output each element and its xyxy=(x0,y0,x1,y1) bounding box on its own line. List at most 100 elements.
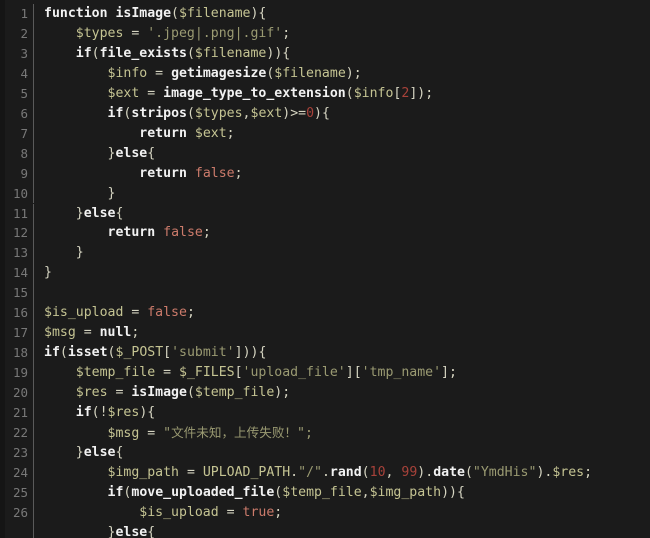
code-token-punct: ( xyxy=(91,45,100,61)
code-token-punct: = xyxy=(147,65,172,81)
code-line[interactable]: 10 } xyxy=(0,183,650,204)
code-line[interactable]: 8 }else{ xyxy=(0,143,650,164)
code-line[interactable]: 13 } xyxy=(0,243,650,264)
code-token-kw: else xyxy=(115,145,148,161)
code-viewer[interactable]: 1 function isImage($filename){2 $types = … xyxy=(0,0,650,538)
code-token-var: $info xyxy=(353,85,394,101)
code-line-text[interactable]: $info = getimagesize($filename); xyxy=(44,64,650,84)
code-line[interactable]: 1 function isImage($filename){ xyxy=(0,4,650,24)
code-line[interactable]: 9 return false; xyxy=(0,163,650,184)
code-line-text[interactable]: } xyxy=(44,263,650,283)
code-line-text[interactable]: if(!$res){ xyxy=(44,403,650,423)
code-token-punct xyxy=(44,126,139,141)
code-token-punct: { xyxy=(147,524,156,538)
gutter-separator xyxy=(33,143,34,164)
code-line[interactable]: 12 return false; xyxy=(0,223,650,244)
code-line-text[interactable]: }else{ xyxy=(44,443,650,463)
code-token-var: $filename xyxy=(274,65,346,81)
code-token-var: $temp_file xyxy=(282,484,362,500)
code-line[interactable]: 15 xyxy=(0,283,650,304)
code-line[interactable]: }else{ xyxy=(0,522,650,538)
code-line[interactable]: 21 if(!$res){ xyxy=(0,403,650,423)
code-line[interactable]: 22 $msg = "文件未知，上传失败！"; xyxy=(0,422,650,444)
code-line-text[interactable]: $msg = "文件未知，上传失败！"; xyxy=(44,423,650,444)
line-number: 4 xyxy=(20,65,28,81)
code-line-text[interactable]: $img_path = UPLOAD_PATH."/".rand(10, 99)… xyxy=(44,463,650,483)
code-line-text[interactable]: function isImage($filename){ xyxy=(44,4,650,24)
code-line-text[interactable]: if(isset($_POST['submit'])){ xyxy=(44,343,650,363)
code-line-text[interactable]: $is_upload = true; xyxy=(44,503,650,523)
code-line[interactable]: 7 return $ext; xyxy=(0,123,650,144)
code-token-var: $is_upload xyxy=(139,504,219,520)
code-line[interactable]: 18 if(isset($_POST['submit'])){ xyxy=(0,343,650,364)
code-line-text[interactable]: return $ext; xyxy=(44,124,650,144)
code-line[interactable]: 2 $types = '.jpeg|.png|.gif'; xyxy=(0,23,650,44)
code-line[interactable]: 24 $img_path = UPLOAD_PATH."/".rand(10, … xyxy=(0,462,650,483)
code-line[interactable]: 26 $is_upload = true; xyxy=(0,502,650,523)
gutter-separator xyxy=(33,243,34,264)
code-line-text[interactable]: }else{ xyxy=(44,144,650,164)
code-token-fn: file_exists xyxy=(99,45,187,61)
code-line-text[interactable]: }else{ xyxy=(44,204,650,224)
code-token-var: $types xyxy=(194,105,243,121)
code-line[interactable]: 23 }else{ xyxy=(0,442,650,463)
code-line[interactable]: 20 $res = isImage($temp_file); xyxy=(0,383,650,403)
code-line-text[interactable]: } xyxy=(44,184,650,204)
gutter-separator xyxy=(33,403,34,423)
gutter-separator xyxy=(33,4,34,24)
code-token-punct: ; xyxy=(274,504,283,520)
code-token-var: $ext xyxy=(194,125,227,141)
code-token-punct: = xyxy=(107,385,132,401)
gutter-separator xyxy=(33,502,34,523)
code-line-text[interactable]: $types = '.jpeg|.png|.gif'; xyxy=(44,24,650,44)
code-token-punct: ; xyxy=(234,165,243,181)
code-line-text[interactable]: $ext = image_type_to_extension($info[2])… xyxy=(44,84,650,104)
code-token-punct: = xyxy=(75,325,100,341)
code-token-var: $_FILES xyxy=(179,365,235,381)
line-number: 10 xyxy=(12,185,28,201)
code-line[interactable]: 19 $temp_file = $_FILES['upload_file']['… xyxy=(0,363,650,384)
gutter-separator xyxy=(33,363,34,384)
code-line-text[interactable]: if(file_exists($filename)){ xyxy=(44,44,650,64)
code-token-str: "/" xyxy=(298,464,322,480)
code-line-text[interactable]: $msg = null; xyxy=(44,323,650,343)
code-line-text[interactable]: }else{ xyxy=(44,523,650,538)
code-token-kw: if xyxy=(107,484,124,500)
code-line-text[interactable]: if(stripos($types,$ext)>=0){ xyxy=(44,104,650,124)
code-line-text[interactable]: $is_upload = false; xyxy=(44,303,650,323)
line-number: 2 xyxy=(20,25,28,41)
code-token-punct: { xyxy=(115,205,124,221)
code-line-text[interactable]: $res = isImage($temp_file); xyxy=(44,383,650,403)
code-line[interactable]: 16 $is_upload = false; xyxy=(0,303,650,324)
code-line[interactable]: 6 if(stripos($types,$ext)>=0){ xyxy=(0,103,650,124)
gutter-separator xyxy=(33,482,34,503)
code-token-punct: ); xyxy=(345,65,362,81)
line-number: 11 xyxy=(12,205,28,221)
code-token-punct xyxy=(44,166,139,181)
code-line[interactable]: 25 if(move_uploaded_file($temp_file,$img… xyxy=(0,482,650,503)
code-line[interactable]: 17 $msg = null; xyxy=(0,323,650,344)
code-token-kw: function xyxy=(44,6,116,21)
code-line-text[interactable]: return false; xyxy=(44,223,650,243)
code-token-kw: if xyxy=(75,405,92,420)
code-token-var: $_POST xyxy=(115,345,164,361)
code-line[interactable]: 4 $info = getimagesize($filename); xyxy=(0,63,650,84)
code-token-str: "; xyxy=(297,425,313,441)
code-line-text[interactable]: $temp_file = $_FILES['upload_file']['tmp… xyxy=(44,363,650,383)
code-token-punct: )){ xyxy=(266,45,291,61)
code-token-punct: ( xyxy=(186,385,195,401)
code-token-punct: = xyxy=(139,425,164,441)
code-token-var: $img_path xyxy=(369,484,442,500)
code-token-var: $is_upload xyxy=(44,305,124,321)
code-token-punct: = xyxy=(179,464,203,480)
code-line-text[interactable]: if(move_uploaded_file($temp_file,$img_pa… xyxy=(44,483,650,503)
code-token-str: 'submit' xyxy=(171,345,235,361)
code-line-text[interactable]: } xyxy=(44,243,650,263)
code-line-text[interactable]: return false; xyxy=(44,164,650,184)
code-token-punct: ]; xyxy=(441,365,457,381)
code-line[interactable]: 3 if(file_exists($filename)){ xyxy=(0,43,650,64)
code-line[interactable]: 5 $ext = image_type_to_extension($info[2… xyxy=(0,83,650,104)
code-token-punct: ( xyxy=(361,464,370,480)
code-line[interactable]: 11 }else{ xyxy=(0,203,650,224)
code-line[interactable]: 14} xyxy=(0,263,650,284)
